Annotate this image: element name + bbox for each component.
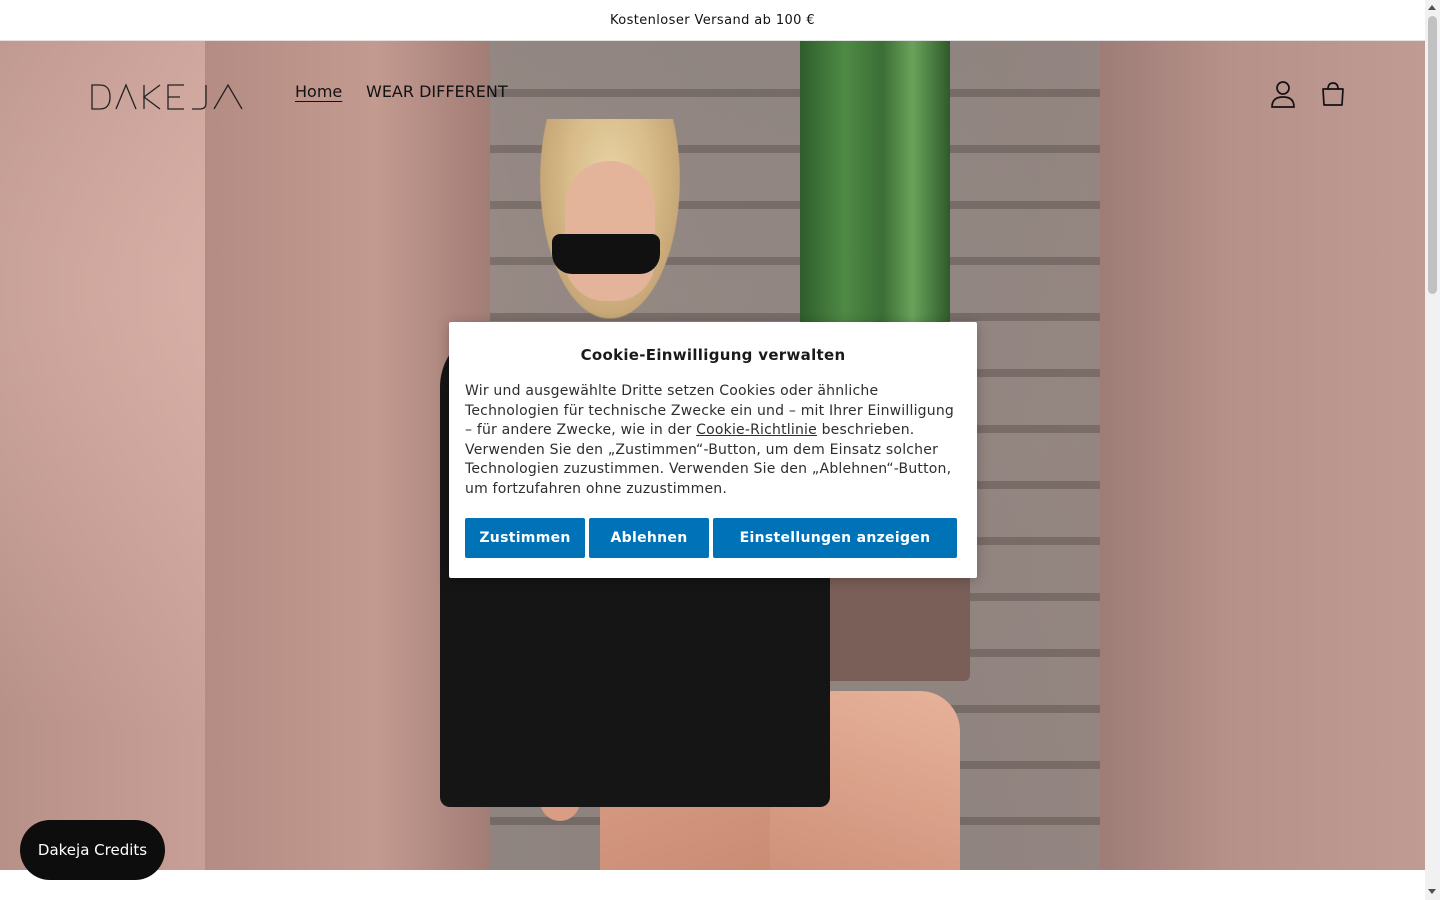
reject-button[interactable]: Ablehnen (589, 518, 709, 558)
dakeja-logo[interactable] (90, 81, 250, 113)
announcement-text: Kostenloser Versand ab 100 € (609, 12, 816, 28)
cookie-consent-dialog: Cookie-Einwilligung verwalten Wir und au… (449, 322, 977, 578)
cookie-text: Wir und ausgewählte Dritte setzen Cookie… (465, 383, 954, 497)
announcement-bar: Kostenloser Versand ab 100 € (0, 0, 1425, 41)
scroll-up-icon[interactable] (1428, 5, 1436, 10)
cart-button[interactable] (1316, 77, 1350, 111)
scrollbar[interactable] (1425, 0, 1440, 900)
credits-label: Dakeja Credits (37, 841, 148, 859)
cookie-title: Cookie-Einwilligung verwalten (580, 346, 846, 364)
cookie-buttons: Zustimmen Ablehnen Einstellungen anzeige… (465, 518, 957, 558)
site-header: Home WEAR DIFFERENT (0, 41, 1425, 145)
accept-button[interactable]: Zustimmen (465, 518, 585, 558)
show-settings-button[interactable]: Einstellungen anzeigen (713, 518, 957, 558)
logo-wordmark-icon (91, 83, 243, 110)
cookie-policy-link[interactable]: Cookie-Richtlinie (696, 422, 817, 438)
account-button[interactable] (1266, 77, 1300, 111)
cart-icon (1322, 82, 1344, 106)
credits-button[interactable]: Dakeja Credits (20, 820, 165, 880)
account-icon (1271, 81, 1295, 108)
nav-wear-different[interactable]: WEAR DIFFERENT (366, 82, 508, 101)
nav-home[interactable]: Home (295, 82, 342, 101)
scroll-down-icon[interactable] (1428, 889, 1436, 894)
scrollbar-thumb[interactable] (1428, 16, 1437, 294)
